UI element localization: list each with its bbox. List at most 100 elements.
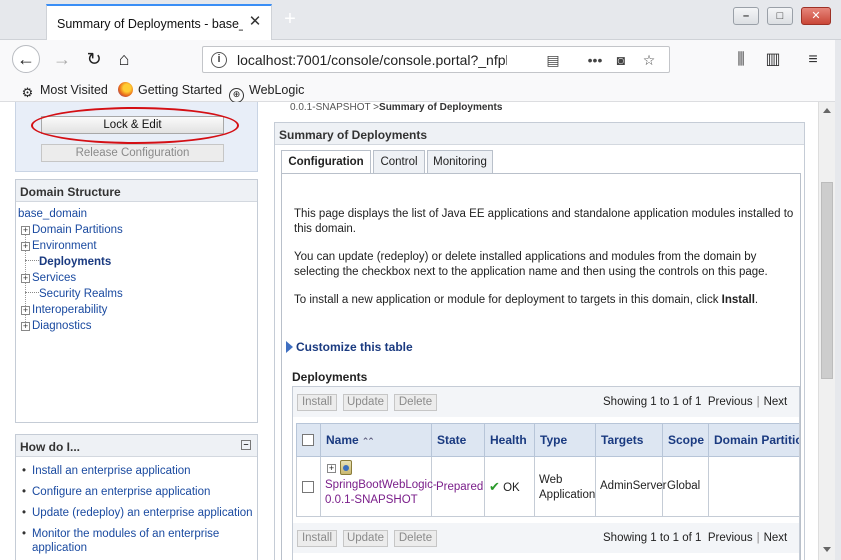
pocket-icon[interactable]: ◙ (611, 51, 631, 69)
scroll-up-icon[interactable] (823, 108, 831, 113)
home-icon: ⌂ (118, 49, 130, 69)
scroll-down-icon[interactable] (823, 547, 831, 552)
bookmark-getting-started[interactable]: Getting Started (118, 81, 222, 99)
expand-icon[interactable]: + (21, 226, 30, 235)
expand-icon[interactable]: + (327, 464, 336, 473)
close-tab-icon[interactable]: ✕ (247, 14, 263, 30)
ok-check-icon: ✔ (489, 479, 500, 494)
expand-icon[interactable]: + (21, 274, 30, 283)
collapse-icon[interactable]: – (241, 440, 251, 450)
row-health-cell: ✔ OK (485, 457, 535, 516)
row-checkbox[interactable] (302, 481, 314, 493)
close-window-button[interactable]: ✕ (801, 7, 831, 25)
globe-icon: ⊕ (229, 88, 244, 103)
expand-icon[interactable]: + (21, 322, 30, 331)
tree-node-environment[interactable]: + Environment (18, 238, 257, 254)
column-health[interactable]: Health (485, 424, 535, 456)
scroll-thumb[interactable] (821, 182, 833, 379)
home-button[interactable]: ⌂ (110, 45, 138, 73)
url-bar[interactable]: i localhost:7001/console/console.portal?… (202, 46, 670, 73)
tab-control[interactable]: Control (373, 150, 425, 174)
tab-configuration[interactable]: Configuration (281, 150, 371, 174)
install-button[interactable]: Install (297, 530, 337, 547)
how-do-i-link[interactable]: Configure an enterprise application (22, 485, 257, 499)
back-button[interactable]: ← (12, 45, 40, 73)
delete-button[interactable]: Delete (394, 394, 437, 411)
browser-tab[interactable]: Summary of Deployments - base_domain ✕ (46, 4, 272, 40)
next-link[interactable]: Next (764, 396, 788, 408)
sidebar-icon[interactable]: ▥ (762, 49, 784, 71)
column-type[interactable]: Type (535, 424, 596, 456)
page-scrollbar[interactable] (818, 102, 835, 560)
table-row: + SpringBootWebLogic- 0.0.1-SNAPSHOT Prep… (296, 457, 799, 517)
table-toolbar-top: Install Update Delete Showing 1 to 1 of … (293, 387, 799, 417)
tree-node-interoperability[interactable]: + Interoperability (18, 302, 257, 318)
select-all-checkbox[interactable] (302, 434, 314, 446)
tree-node-domain-partitions[interactable]: + Domain Partitions (18, 222, 257, 238)
bookmark-weblogic[interactable]: ⊕ WebLogic (229, 81, 304, 103)
row-select-cell (297, 457, 321, 516)
tree-connector (25, 260, 39, 261)
delete-button[interactable]: Delete (394, 530, 437, 547)
lock-edit-button[interactable]: Lock & Edit (41, 116, 224, 134)
tree-node-deployments[interactable]: Deployments (18, 254, 257, 270)
install-button[interactable]: Install (297, 394, 337, 411)
column-domain-partitions[interactable]: Domain Partitions (709, 424, 799, 456)
row-name-cell: + SpringBootWebLogic- 0.0.1-SNAPSHOT (321, 457, 437, 516)
bookmark-most-visited[interactable]: ⚙ Most Visited (20, 81, 108, 100)
gear-icon: ⚙ (21, 85, 34, 100)
application-icon (340, 460, 352, 475)
column-state[interactable]: State (432, 424, 485, 456)
how-do-i-link[interactable]: Install an enterprise application (22, 464, 257, 478)
sort-icon[interactable]: ⌃⌃ (362, 425, 375, 456)
table-header: Name ⌃⌃ State Health Type Targets Scope D… (296, 423, 799, 457)
column-scope[interactable]: Scope (663, 424, 709, 456)
previous-link[interactable]: Previous (708, 532, 753, 544)
url-text[interactable]: localhost:7001/console/console.portal?_n… (237, 52, 507, 68)
library-icon[interactable]: ⫼ (730, 49, 752, 71)
expand-icon[interactable]: + (21, 306, 30, 315)
close-window-icon: ✕ (811, 10, 821, 22)
forward-button[interactable]: → (48, 45, 76, 73)
page-viewport: Lock & Edit Release Configuration Domain… (0, 102, 818, 560)
reload-button[interactable]: ↻ (80, 45, 108, 73)
menu-icon[interactable]: ≡ (802, 49, 824, 71)
domain-structure-title: Domain Structure (16, 180, 257, 202)
tree-node-diagnostics[interactable]: + Diagnostics (18, 318, 257, 334)
tree-root[interactable]: base_domain (18, 206, 257, 222)
minimize-icon: – (742, 10, 750, 22)
release-configuration-button[interactable]: Release Configuration (41, 144, 224, 162)
column-name[interactable]: Name ⌃⌃ (321, 424, 432, 456)
customize-table-link[interactable]: Customize this table (286, 340, 413, 354)
expand-icon[interactable]: + (21, 242, 30, 251)
configuration-tab-body: This page displays the list of Java EE a… (281, 173, 801, 560)
window-border (835, 40, 841, 560)
back-arrow-icon: ← (17, 49, 35, 69)
maximize-button[interactable]: □ (767, 7, 793, 25)
next-link[interactable]: Next (764, 532, 788, 544)
domain-tree: base_domain + Domain Partitions + Environm… (16, 202, 257, 334)
expand-triangle-icon (286, 341, 293, 353)
new-tab-icon[interactable]: + (280, 9, 300, 30)
browser-tab-bar: Summary of Deployments - base_domain ✕ +… (0, 0, 841, 40)
application-name-link[interactable]: SpringBootWebLogic- 0.0.1-SNAPSHOT (325, 478, 437, 508)
info-icon[interactable]: i (211, 52, 227, 68)
column-targets[interactable]: Targets (596, 424, 663, 456)
maximize-icon: □ (776, 10, 784, 22)
previous-link[interactable]: Previous (708, 396, 753, 408)
bookmark-star-icon[interactable]: ☆ (639, 51, 659, 69)
tab-monitoring[interactable]: Monitoring (427, 150, 493, 174)
deployments-title: Deployments (292, 370, 368, 384)
minimize-button[interactable]: – (733, 7, 759, 25)
how-do-i-link[interactable]: Update (redeploy) an enterprise applicat… (22, 506, 257, 520)
paging-info: Showing 1 to 1 of 1 Previous | Next (603, 396, 788, 408)
tree-node-security-realms[interactable]: Security Realms (18, 286, 257, 302)
reader-view-icon[interactable]: ▤ (543, 51, 563, 69)
page-actions-icon[interactable]: ••• (585, 51, 605, 69)
row-tree-controls: + (325, 460, 427, 478)
how-do-i-link[interactable]: Monitor the modules of an enterprise app… (22, 527, 257, 555)
update-button[interactable]: Update (343, 530, 388, 547)
update-button[interactable]: Update (343, 394, 388, 411)
tree-node-services[interactable]: + Services (18, 270, 257, 286)
summary-panel: Summary of Deployments Configuration Con… (274, 122, 805, 560)
